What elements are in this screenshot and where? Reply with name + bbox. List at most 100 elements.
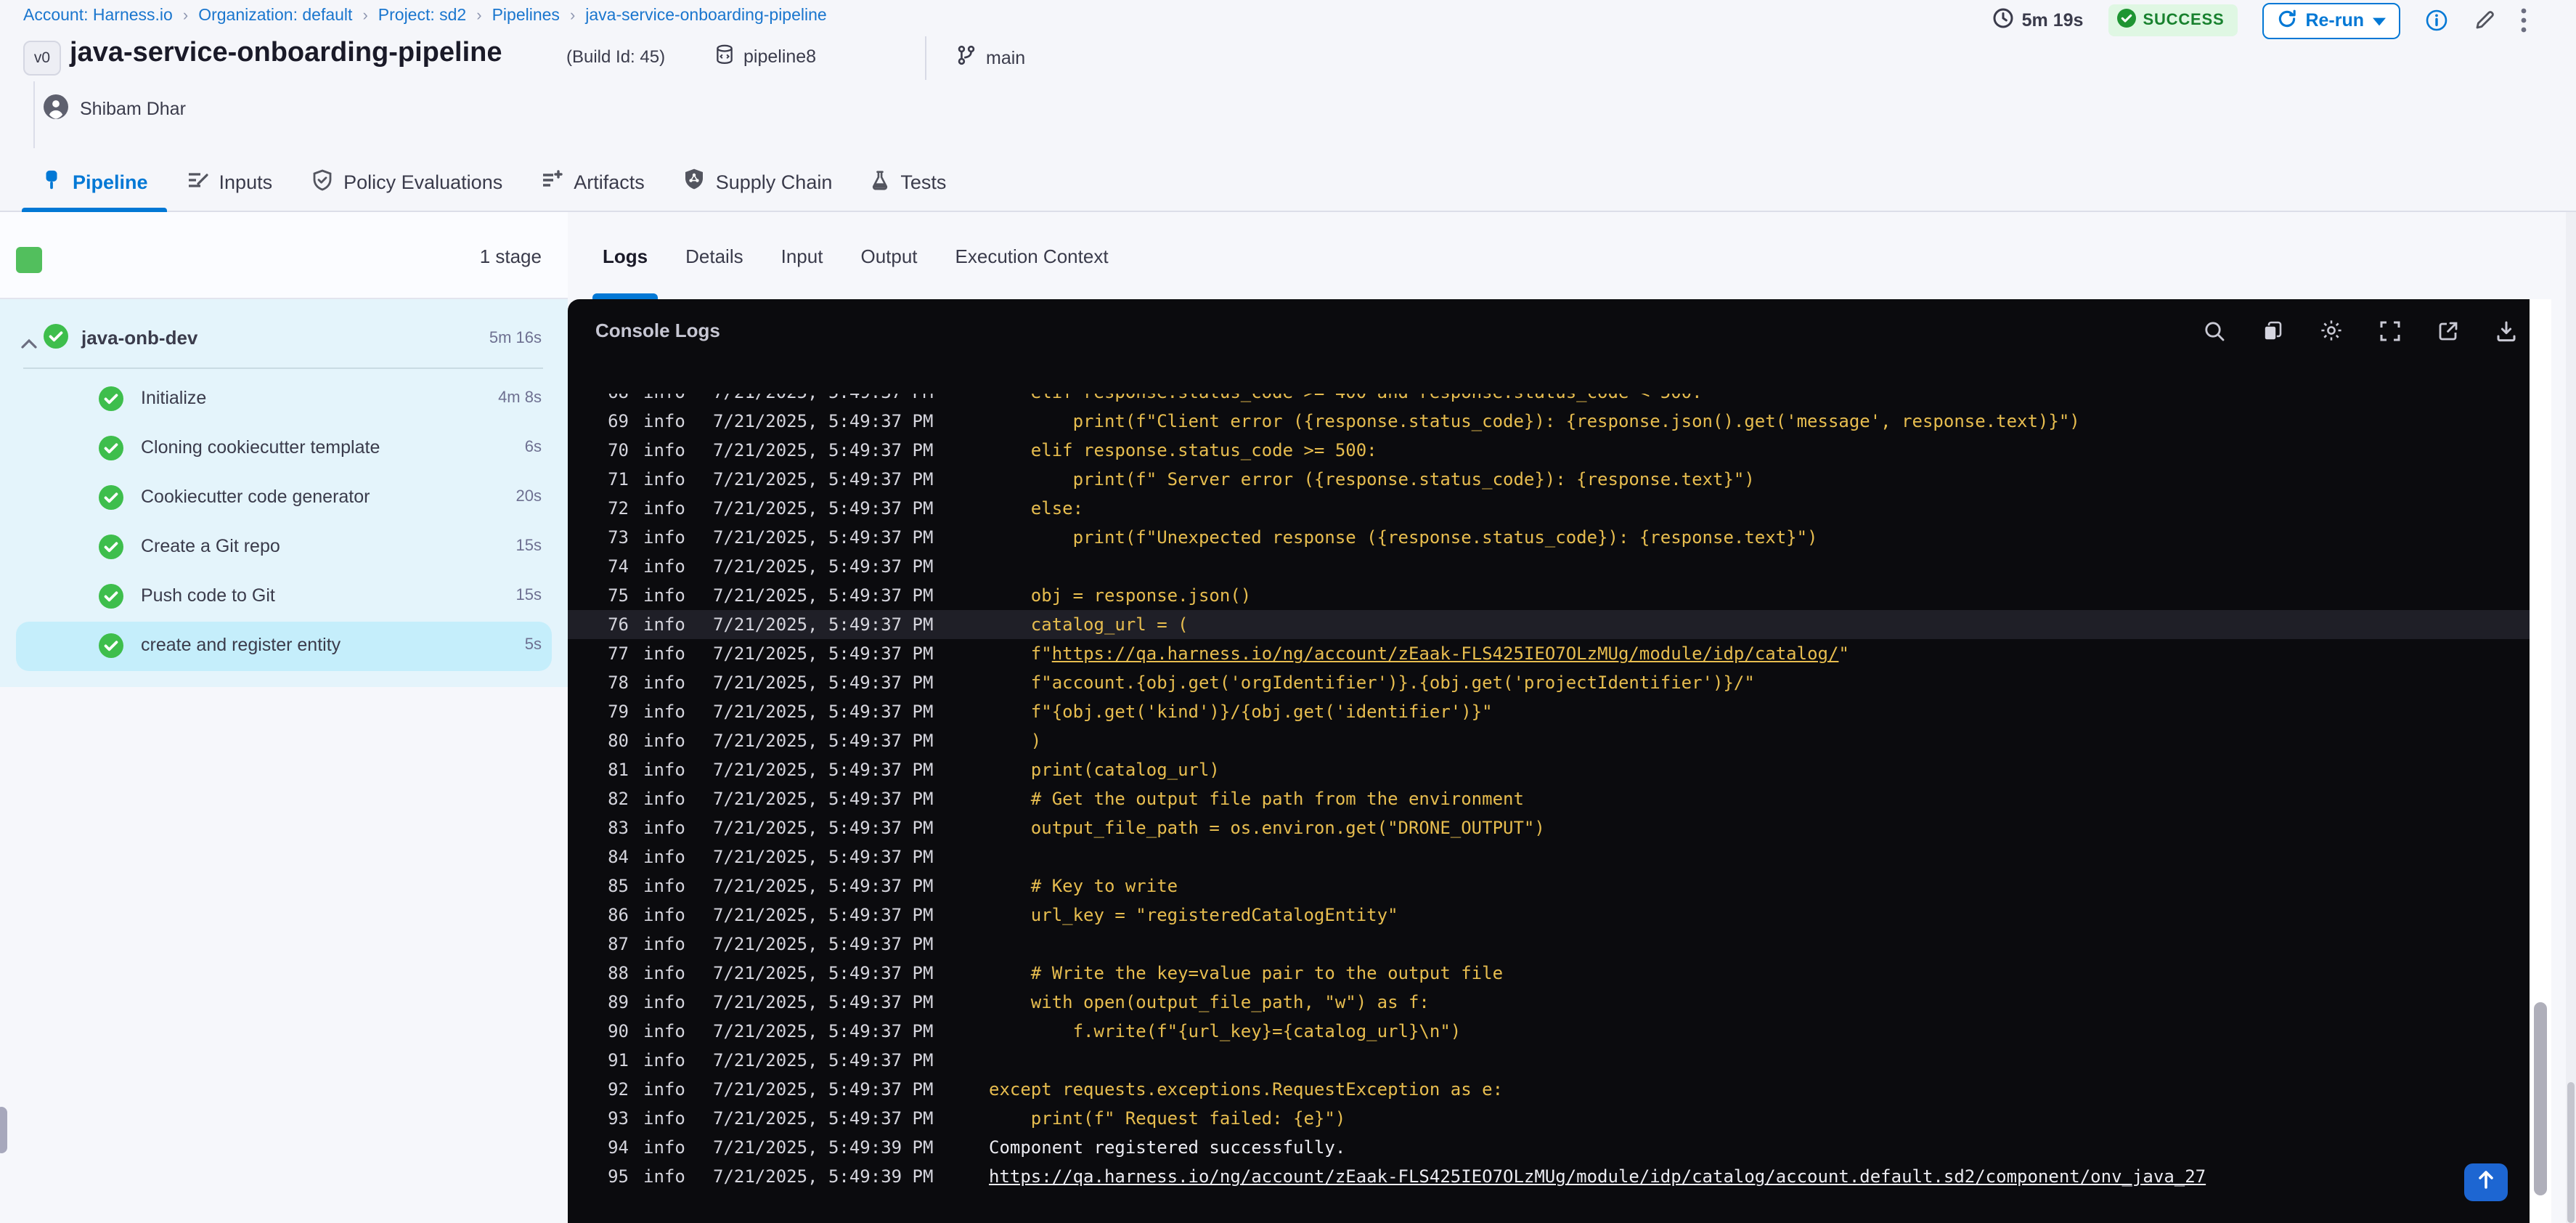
log-message: elif response.status_code >= 500: xyxy=(989,436,1377,465)
panel-tab-logs[interactable]: Logs xyxy=(592,212,659,299)
log-message: with open(output_file_path, "w") as f: xyxy=(989,988,1430,1017)
panel-resize-handle[interactable] xyxy=(0,1107,7,1153)
log-line-number: 69 xyxy=(608,411,629,431)
log-level: info xyxy=(643,934,685,954)
panel-tab-details[interactable]: Details xyxy=(685,212,743,299)
open-in-new-icon[interactable] xyxy=(2437,319,2460,342)
log-line-number: 76 xyxy=(608,614,629,635)
tab-artifacts[interactable]: Artifacts xyxy=(540,151,645,212)
step-success-icon xyxy=(99,485,123,517)
log-text: else: xyxy=(989,498,1084,519)
breadcrumb-link[interactable]: Project: sd2 xyxy=(378,7,466,25)
scroll-to-top-button[interactable] xyxy=(2464,1163,2508,1201)
success-check-icon xyxy=(2116,9,2136,32)
log-line-number: 73 xyxy=(608,527,629,548)
log-level: info xyxy=(643,1050,685,1070)
settings-icon[interactable] xyxy=(2319,318,2344,343)
panel-tab-execution-context[interactable]: Execution Context xyxy=(955,212,1109,299)
log-message: elif response.status_code >= 400 and res… xyxy=(989,394,1703,407)
log-message: print(f" Request failed: {e}") xyxy=(989,1104,1346,1133)
log-message: print(f"Client error ({response.status_c… xyxy=(989,407,2080,436)
fullscreen-icon[interactable] xyxy=(2379,319,2402,342)
chevron-up-icon[interactable] xyxy=(20,331,38,357)
log-scrollbar-track[interactable] xyxy=(2530,299,2551,1223)
download-icon[interactable] xyxy=(2495,319,2518,342)
log-row: 81 info 7/21/2025, 5:49:37 PM print(catalo… xyxy=(568,755,2530,784)
log-scroll-area[interactable]: 68 info 7/21/2025, 5:49:37 PM elif respons… xyxy=(568,394,2530,1223)
log-timestamp: 7/21/2025, 5:49:37 PM xyxy=(713,1108,934,1129)
log-text: # Get the output file path from the envi… xyxy=(989,789,1524,809)
info-icon[interactable] xyxy=(2425,9,2448,32)
log-timestamp: 7/21/2025, 5:49:37 PM xyxy=(713,527,934,548)
stage-status-square xyxy=(16,247,42,273)
log-level: info xyxy=(643,789,685,809)
breadcrumb-link[interactable]: Organization: default xyxy=(198,7,352,25)
tab-pipeline[interactable]: Pipeline xyxy=(22,151,166,212)
pipeline-icon xyxy=(41,168,62,195)
log-link[interactable]: https://qa.harness.io/ng/account/zEaak-F… xyxy=(989,1166,2206,1187)
log-row: 89 info 7/21/2025, 5:49:37 PM with open(ou… xyxy=(568,988,2530,1017)
step-success-icon xyxy=(99,386,123,418)
log-line-number: 94 xyxy=(608,1137,629,1158)
log-line-number: 70 xyxy=(608,440,629,460)
arrow-up-icon xyxy=(2477,1169,2495,1196)
step-initialize[interactable]: Initialize 4m 8s xyxy=(0,375,568,424)
build-id: (Build Id: 45) xyxy=(566,46,666,67)
step-duration: 4m 8s xyxy=(498,389,542,407)
clock-icon xyxy=(1993,7,2015,33)
rerun-button[interactable]: Re-run xyxy=(2262,2,2400,38)
log-timestamp: 7/21/2025, 5:49:39 PM xyxy=(713,1166,934,1187)
log-text: f"account.{obj.get('orgIdentifier')}.{ob… xyxy=(989,673,1755,693)
tab-inputs[interactable]: Inputs xyxy=(186,151,272,212)
log-line-number: 77 xyxy=(608,643,629,664)
breadcrumb-link[interactable]: java-service-onboarding-pipeline xyxy=(585,7,826,25)
stage-header[interactable]: java-onb-dev 5m 16s xyxy=(0,311,568,366)
log-row: 73 info 7/21/2025, 5:49:37 PM print(f"Unex… xyxy=(568,523,2530,552)
window-scrollbar-track[interactable] xyxy=(2566,212,2576,1223)
tab-supply-chain[interactable]: Supply Chain xyxy=(682,151,832,212)
log-row: 85 info 7/21/2025, 5:49:37 PM # Key to wri… xyxy=(568,871,2530,901)
tab-policy-evaluations[interactable]: Policy Evaluations xyxy=(310,151,502,212)
log-level: info xyxy=(643,394,685,407)
branch-group[interactable]: main xyxy=(955,44,1025,71)
log-level: info xyxy=(643,760,685,780)
search-icon[interactable] xyxy=(2203,319,2226,342)
log-line-number: 74 xyxy=(608,556,629,577)
step-push-code-to-git[interactable]: Push code to Git 15s xyxy=(0,572,568,622)
step-duration: 5s xyxy=(524,636,542,654)
breadcrumb-link[interactable]: Pipelines xyxy=(492,7,560,25)
tab-tests[interactable]: Tests xyxy=(870,151,946,212)
log-message: else: xyxy=(989,494,1083,523)
panel-tab-output[interactable]: Output xyxy=(860,212,917,299)
log-line-number: 87 xyxy=(608,934,629,954)
log-level: info xyxy=(643,818,685,838)
step-create-a-git-repo[interactable]: Create a Git repo 15s xyxy=(0,523,568,572)
log-scrollbar-thumb[interactable] xyxy=(2534,1002,2547,1195)
log-text: url_key = "registeredCatalogEntity" xyxy=(989,905,1398,925)
window-scrollbar-thumb[interactable] xyxy=(2567,1082,2575,1223)
breadcrumb-link[interactable]: Account: Harness.io xyxy=(23,7,173,25)
log-row: 94 info 7/21/2025, 5:49:39 PM Component reg… xyxy=(568,1133,2530,1162)
log-timestamp: 7/21/2025, 5:49:37 PM xyxy=(713,963,934,983)
status-badge: SUCCESS xyxy=(2108,4,2238,36)
copy-icon[interactable] xyxy=(2261,319,2284,342)
log-row: 88 info 7/21/2025, 5:49:37 PM # Write the … xyxy=(568,959,2530,988)
supply-chain-icon xyxy=(682,167,706,196)
console-logs-title: Console Logs xyxy=(595,320,720,341)
git-branch-icon xyxy=(955,44,977,71)
repo-group[interactable]: pipeline8 xyxy=(714,44,816,70)
step-cloning-cookiecutter-template[interactable]: Cloning cookiecutter template 6s xyxy=(0,424,568,474)
edit-pencil-icon[interactable] xyxy=(2473,9,2496,32)
log-line-number: 72 xyxy=(608,498,629,519)
status-text: SUCCESS xyxy=(2143,12,2225,29)
log-row: 92 info 7/21/2025, 5:49:37 PM except reques… xyxy=(568,1075,2530,1104)
log-link[interactable]: https://qa.harness.io/ng/account/zEaak-F… xyxy=(1052,643,1839,664)
more-options-icon[interactable] xyxy=(2521,7,2527,33)
log-level: info xyxy=(643,527,685,548)
step-name: Cloning cookiecutter template xyxy=(141,437,380,458)
log-line-number: 93 xyxy=(608,1108,629,1129)
log-message: catalog_url = ( xyxy=(989,610,1189,639)
step-create-and-register-entity[interactable]: create and register entity 5s xyxy=(0,622,568,671)
step-cookiecutter-code-generator[interactable]: Cookiecutter code generator 20s xyxy=(0,474,568,523)
panel-tab-input[interactable]: Input xyxy=(781,212,823,299)
